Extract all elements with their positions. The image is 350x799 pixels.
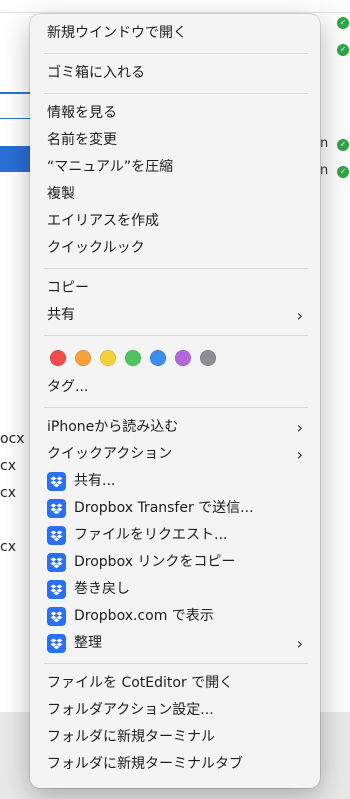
menu-item-view-on-dropbox[interactable]: Dropbox.com で表示 <box>30 603 320 630</box>
tag-color-orange[interactable] <box>75 350 91 366</box>
menu-item-tags[interactable]: タグ... <box>30 374 320 401</box>
menu-item-label: エイリアスを作成 <box>47 213 159 229</box>
menu-item-label: ゴミ箱に入れる <box>47 65 145 81</box>
background-selected-row[interactable] <box>0 146 30 172</box>
menu-item-move-to-trash[interactable]: ゴミ箱に入れる <box>30 60 320 87</box>
dropbox-icon <box>47 526 66 545</box>
menu-item-label: クイックルック <box>47 240 145 256</box>
background-file-name[interactable]: cx <box>0 485 16 501</box>
menu-item-dropbox-transfer[interactable]: Dropbox Transfer で送信... <box>30 495 320 522</box>
chevron-right-icon: › <box>296 634 303 653</box>
dropbox-icon <box>47 499 66 518</box>
dropbox-icon <box>47 580 66 599</box>
tag-color-row <box>30 342 320 374</box>
menu-item-label: 複製 <box>47 186 75 202</box>
menu-item-label: 情報を見る <box>47 105 117 121</box>
menu-item-make-alias[interactable]: エイリアスを作成 <box>30 208 320 235</box>
menu-item-copy[interactable]: コピー <box>30 275 320 302</box>
dropbox-icon <box>47 634 66 653</box>
sync-status-icon: ✓ <box>337 44 349 56</box>
menu-item-copy-dropbox-link[interactable]: Dropbox リンクをコピー <box>30 549 320 576</box>
menu-item-organize[interactable]: 整理 › <box>30 630 320 657</box>
tag-color-blue[interactable] <box>150 350 166 366</box>
background-divider <box>0 12 350 13</box>
menu-separator <box>44 407 308 408</box>
menu-item-label: ファイルを CotEditor で開く <box>47 675 234 691</box>
menu-item-folder-actions-setup[interactable]: フォルダアクション設定... <box>30 697 320 724</box>
menu-item-import-from-iphone[interactable]: iPhoneから読み込む › <box>30 414 320 441</box>
background-text-fragment: n <box>320 163 329 178</box>
menu-item-duplicate[interactable]: 複製 <box>30 181 320 208</box>
menu-item-dropbox-share[interactable]: 共有... <box>30 468 320 495</box>
menu-item-label: Dropbox Transfer で送信... <box>74 500 254 516</box>
menu-item-label: クイックアクション <box>47 446 173 462</box>
chevron-right-icon: › <box>296 445 303 464</box>
menu-item-label: Dropbox リンクをコピー <box>74 554 236 570</box>
background-search-field-focus <box>0 92 30 94</box>
menu-item-label: フォルダに新規ターミナルタブ <box>47 756 243 772</box>
menu-item-label: コピー <box>47 280 89 296</box>
menu-item-label: 新規ウインドウで開く <box>47 25 187 41</box>
menu-item-request-files[interactable]: ファイルをリクエスト... <box>30 522 320 549</box>
menu-item-label: 共有 <box>47 307 75 323</box>
menu-item-label: 共有... <box>74 473 116 489</box>
menu-item-label: ファイルをリクエスト... <box>74 527 228 543</box>
menu-item-label: 巻き戻し <box>74 581 130 597</box>
menu-item-new-terminal-tab-at-folder[interactable]: フォルダに新規ターミナルタブ <box>30 751 320 778</box>
menu-item-quick-look[interactable]: クイックルック <box>30 235 320 262</box>
chevron-right-icon: › <box>296 306 303 325</box>
sync-status-icon: ✓ <box>337 17 349 29</box>
menu-item-label: フォルダアクション設定... <box>47 702 214 718</box>
dropbox-icon <box>47 607 66 626</box>
chevron-right-icon: › <box>296 418 303 437</box>
tag-color-gray[interactable] <box>200 350 216 366</box>
context-menu: 新規ウインドウで開く ゴミ箱に入れる 情報を見る 名前を変更 “マニュアル”を圧… <box>30 14 320 788</box>
tag-color-red[interactable] <box>50 350 66 366</box>
menu-separator <box>44 335 308 336</box>
menu-item-open-new-window[interactable]: 新規ウインドウで開く <box>30 20 320 47</box>
menu-item-compress[interactable]: “マニュアル”を圧縮 <box>30 154 320 181</box>
menu-item-label: “マニュアル”を圧縮 <box>47 159 174 175</box>
background-file-name[interactable]: cx <box>0 539 16 555</box>
dropbox-icon <box>47 553 66 572</box>
background-text-fragment: n <box>320 136 329 151</box>
sync-status-icon: ✓ <box>337 166 349 178</box>
menu-item-label: iPhoneから読み込む <box>47 419 179 435</box>
background-file-list-right <box>320 0 350 799</box>
menu-item-label: 名前を変更 <box>47 132 117 148</box>
menu-item-share[interactable]: 共有 › <box>30 302 320 329</box>
background-file-name[interactable]: ocx <box>0 431 25 447</box>
background-search-field-focus <box>0 118 30 119</box>
menu-item-open-in-coteditor[interactable]: ファイルを CotEditor で開く <box>30 670 320 697</box>
menu-item-label: タグ... <box>47 379 89 395</box>
menu-item-new-terminal-at-folder[interactable]: フォルダに新規ターミナル <box>30 724 320 751</box>
menu-separator <box>44 53 308 54</box>
menu-separator <box>44 268 308 269</box>
menu-separator <box>44 663 308 664</box>
menu-item-rename[interactable]: 名前を変更 <box>30 127 320 154</box>
tag-color-green[interactable] <box>125 350 141 366</box>
tag-color-purple[interactable] <box>175 350 191 366</box>
background-file-name[interactable]: cx <box>0 458 16 474</box>
menu-separator <box>44 93 308 94</box>
menu-item-label: Dropbox.com で表示 <box>74 608 214 624</box>
dropbox-icon <box>47 472 66 491</box>
menu-item-label: フォルダに新規ターミナル <box>47 729 215 745</box>
menu-item-label: 整理 <box>74 635 102 651</box>
sync-status-icon: ✓ <box>337 139 349 151</box>
menu-item-get-info[interactable]: 情報を見る <box>30 100 320 127</box>
menu-item-rewind[interactable]: 巻き戻し <box>30 576 320 603</box>
tag-color-yellow[interactable] <box>100 350 116 366</box>
menu-item-quick-actions[interactable]: クイックアクション › <box>30 441 320 468</box>
